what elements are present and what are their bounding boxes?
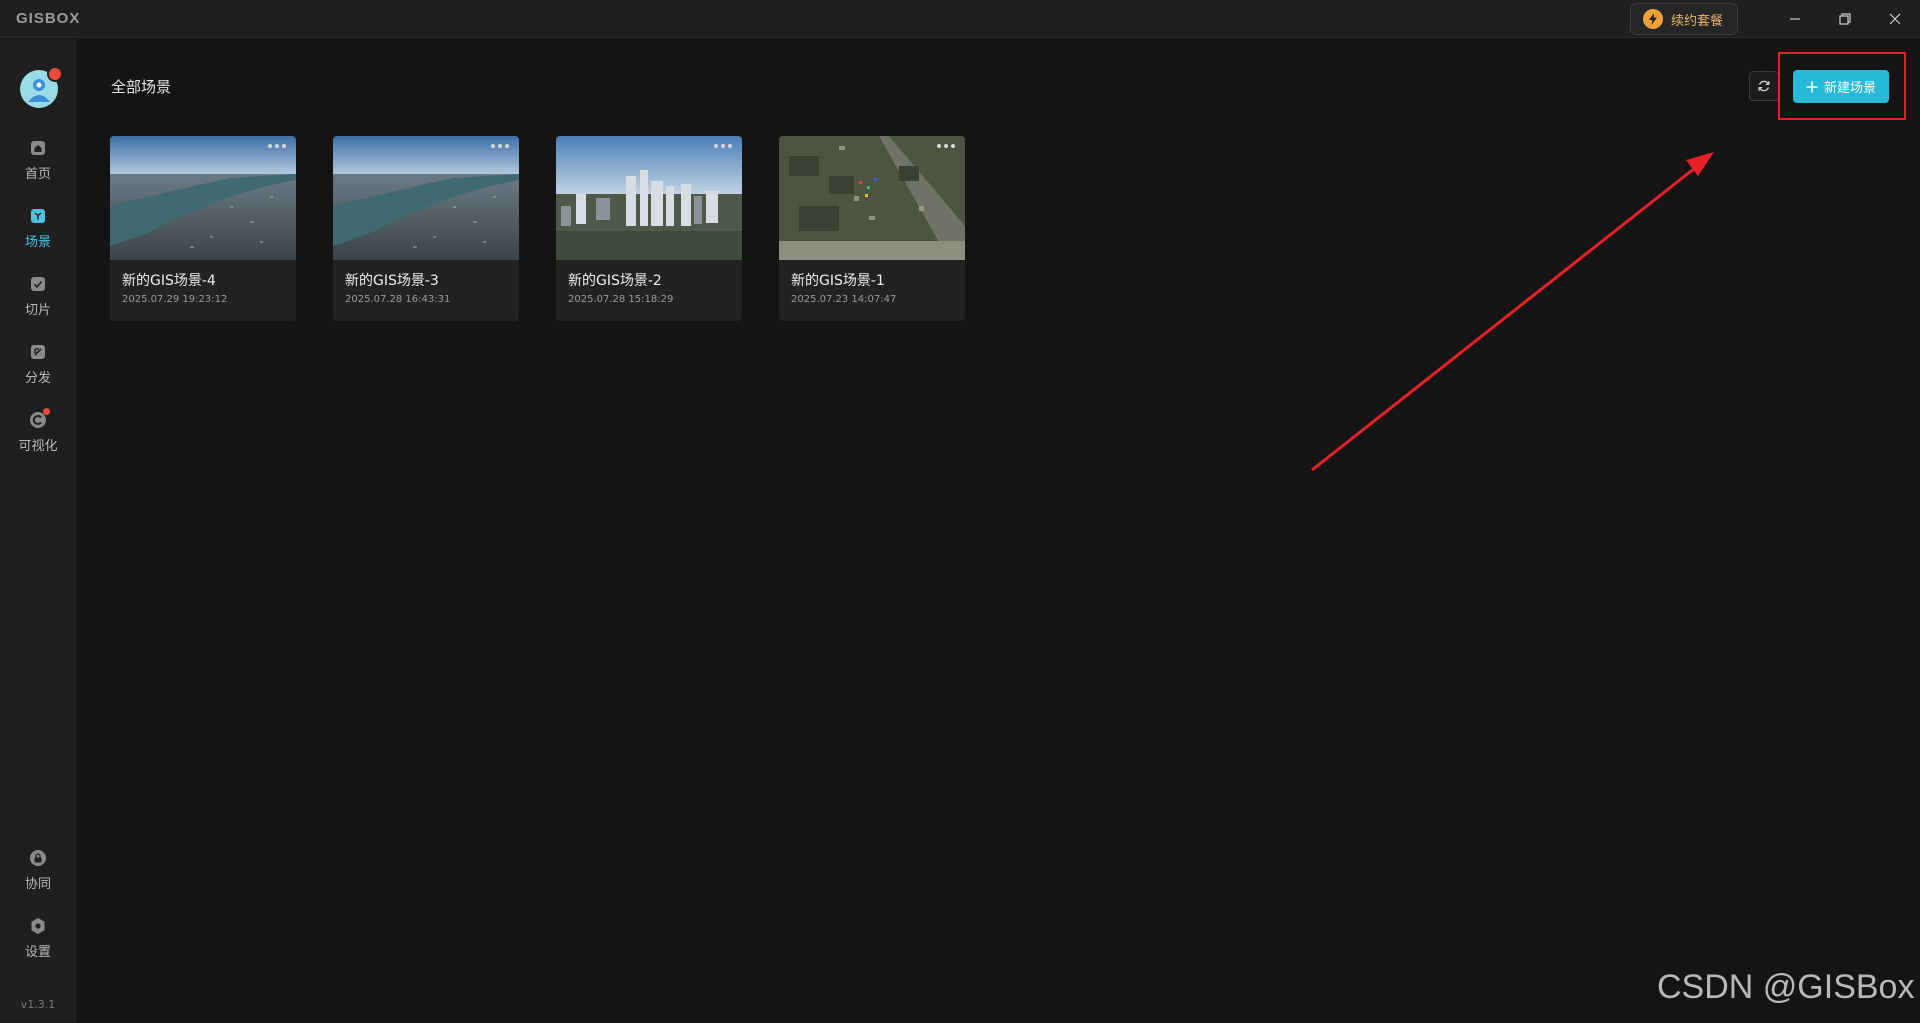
sidebar-item-tiles[interactable]: 切片	[0, 268, 76, 324]
more-options-icon[interactable]	[937, 144, 955, 148]
scene-thumbnail	[556, 136, 742, 260]
home-icon	[28, 138, 48, 158]
notification-dot	[43, 408, 50, 415]
more-options-icon[interactable]	[268, 144, 286, 148]
new-scene-label: 新建场景	[1823, 81, 1876, 96]
sidebar-item-home[interactable]: 首页	[0, 132, 76, 188]
scene-grid: 新的GIS场景-4 2025.07.29 19:23:12 新的GIS场景-3 …	[110, 136, 965, 321]
title-bar: GISBOX 续约套餐	[0, 0, 1920, 38]
sidebar-item-label: 首页	[24, 167, 51, 182]
scene-thumbnail	[779, 136, 965, 260]
scene-thumbnail	[333, 136, 519, 260]
scene-name: 新的GIS场景-4	[122, 273, 216, 289]
tile-icon	[28, 274, 48, 294]
watermark: CSDN @GISBox	[1657, 968, 1915, 1006]
scene-cube-icon	[28, 206, 48, 226]
scene-date: 2025.07.28 16:43:31	[345, 294, 451, 305]
notification-badge	[47, 66, 63, 82]
more-options-icon[interactable]	[491, 144, 509, 148]
scene-thumbnail	[110, 136, 296, 260]
scene-card[interactable]: 新的GIS场景-3 2025.07.28 16:43:31	[333, 136, 519, 321]
more-options-icon[interactable]	[714, 144, 732, 148]
scene-card[interactable]: 新的GIS场景-1 2025.07.23 14:07:47	[779, 136, 965, 321]
lock-icon	[28, 848, 48, 868]
sidebar-item-label: 设置	[24, 945, 51, 960]
page-title: 全部场景	[111, 78, 172, 96]
version-label: v1.3.1	[20, 998, 56, 1011]
sidebar: 首页 场景 切片 分发 可视化 协同 设置 v1.3.1	[0, 39, 76, 1023]
sidebar-item-label: 分发	[24, 371, 51, 386]
renew-plan-button[interactable]: 续约套餐	[1630, 3, 1738, 35]
sidebar-item-publish[interactable]: 分发	[0, 336, 76, 392]
lightning-icon	[1643, 9, 1663, 29]
sidebar-item-label: 场景	[24, 235, 51, 250]
visual-icon	[28, 408, 50, 430]
sidebar-item-settings[interactable]: 设置	[0, 910, 76, 966]
refresh-button[interactable]	[1749, 71, 1779, 101]
minimize-button[interactable]	[1770, 0, 1820, 38]
scene-name: 新的GIS场景-1	[791, 273, 885, 289]
minimize-icon	[1790, 18, 1800, 20]
scene-card[interactable]: 新的GIS场景-2 2025.07.28 15:18:29	[556, 136, 742, 321]
scene-date: 2025.07.29 19:23:12	[122, 294, 228, 305]
close-button[interactable]	[1870, 0, 1920, 38]
avatar[interactable]	[20, 66, 63, 108]
plus-icon	[1806, 81, 1818, 92]
restore-icon	[1839, 13, 1851, 25]
sidebar-item-label: 协同	[24, 877, 51, 892]
publish-icon	[28, 342, 48, 362]
sidebar-item-visualization[interactable]: 可视化	[0, 404, 76, 460]
scene-card[interactable]: 新的GIS场景-4 2025.07.29 19:23:12	[110, 136, 296, 321]
scene-name: 新的GIS场景-2	[568, 273, 662, 289]
scene-date: 2025.07.28 15:18:29	[568, 294, 674, 305]
sidebar-item-label: 可视化	[18, 439, 58, 454]
new-scene-button[interactable]: 新建场景	[1793, 70, 1889, 103]
sidebar-item-scene[interactable]: 场景	[0, 200, 76, 256]
app-logo: GISBOX	[16, 10, 81, 27]
close-icon	[1889, 13, 1901, 25]
refresh-icon	[1758, 80, 1770, 92]
restore-button[interactable]	[1820, 0, 1870, 38]
renew-plan-label: 续约套餐	[1671, 13, 1724, 29]
gear-icon	[28, 916, 48, 936]
sidebar-item-label: 切片	[24, 303, 51, 318]
scene-name: 新的GIS场景-3	[345, 273, 439, 289]
scene-date: 2025.07.23 14:07:47	[791, 294, 897, 305]
sidebar-item-collaboration[interactable]: 协同	[0, 842, 76, 898]
